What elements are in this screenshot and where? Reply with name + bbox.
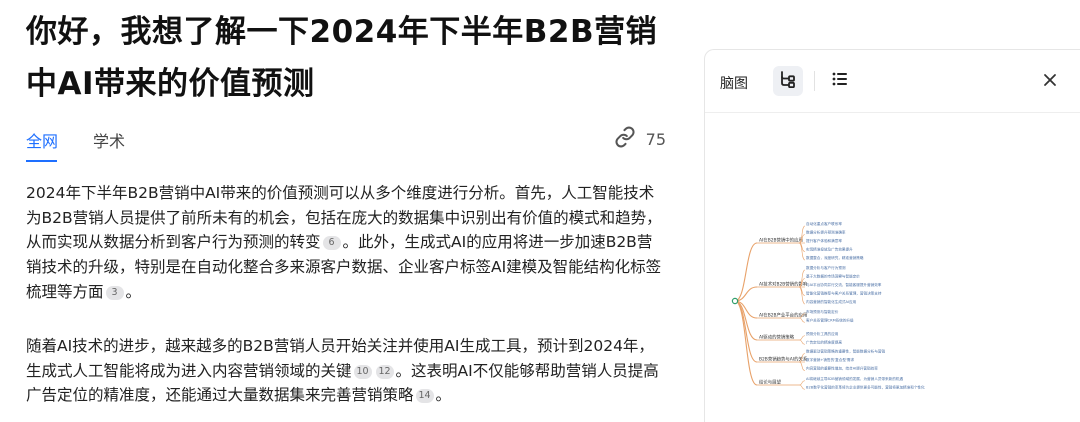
mindmap-leaf-label[interactable]: 内容营销的智能化生成式AI应用 [806,299,857,304]
sources-link[interactable]: 75 [614,126,666,152]
mindmap-leaf-connector [798,361,806,371]
outline-view-button[interactable] [825,66,855,96]
citation-badge[interactable]: 14 [415,389,434,404]
paragraph-2-text-c: 。 [435,386,452,405]
tab-web[interactable]: 全网 [26,128,58,152]
answer-paragraph-2: 随着AI技术的进步，越来越多的B2B营销人员开始关注并使用AI生成工具，预计到2… [26,334,666,408]
mindmap-leaf-label[interactable]: 预测分析工具的应用 [806,331,839,336]
mindmap-leaf-label[interactable]: 数据整合，深度研究，精准营销策略 [806,255,864,260]
mindmap-leaf-connector [798,384,806,390]
mindmap-leaf-label[interactable]: 数据驱动营销策略的重要性，智能数据分析与营销 [806,349,885,354]
mindmap-branch-label[interactable]: AI在B2B产业平台的应用 [759,312,807,319]
mindmap-panel: 脑图 AI在B2B营销中的应用 自动化重点客户联系率 数据分析提升预测准确率 提… [704,49,1080,422]
mindmap-leaf-label[interactable]: 数据分析提升预测准确率 [806,230,846,235]
close-panel-button[interactable] [1035,66,1065,96]
mindmap-label: 脑图 [720,76,748,92]
mindmap-canvas[interactable]: AI在B2B营销中的应用 自动化重点客户联系率数据分析提升预测准确率提升客户体验和… [705,113,1080,421]
active-tab-indicator [26,160,57,162]
mindmap-leaf-label[interactable]: 提升客户体验和满意率 [806,238,842,243]
page-title: 你好，我想了解一下2024年下半年B2B营销 中AI带来的价值预测 [26,6,666,110]
title-line-2: 中AI带来的价值预测 [26,66,315,102]
mindmap-leaf-label[interactable]: B2B数字化营销的变革将为企业提供更多可能性，营销将更加精准和个性化 [806,384,925,389]
mindmap-leaf-label[interactable]: 数字营销+销售的'复合型'需求 [806,357,855,362]
citation-badge[interactable]: 6 [322,236,341,251]
mindmap-leaf-label[interactable]: 自动化重点客户联系率 [806,221,842,226]
sources-count: 75 [645,129,666,149]
source-tabs: 全网 学术 75 [26,126,666,166]
answer-column: 你好，我想了解一下2024年下半年B2B营销 中AI带来的价值预测 全网 学术 … [0,0,690,421]
mindmap-tree-icon [779,70,797,92]
mindmap-leaf-connector [798,339,806,345]
mindmap-leaf-label[interactable]: 内容营销的重要性增加，结合AI提升营销效率 [806,366,878,371]
mindmap-leaf-label[interactable]: 广告定位的精准度提高 [806,339,842,344]
mindmap-leaf-label[interactable]: 智能化营销推荐与客户关系管理，营销决策支持 [806,291,882,296]
mindmap-leaf-label[interactable]: 实现精准投放及广告效果提升 [806,247,853,252]
close-icon [1043,72,1057,91]
mindmap-leaf-connector [798,380,806,386]
mindmap-leaf-label[interactable]: AI将继续主导B2B营销领域的发展，为营销人员带来新的机遇 [806,376,903,381]
tab-academic[interactable]: 学术 [93,128,125,152]
mindmap-leaf-label[interactable]: 客户关系管理CRM系统的升级 [806,317,854,322]
title-line-1: 你好，我想了解一下2024年下半年B2B营销 [26,14,658,50]
citation-badge[interactable]: 10 [353,364,372,379]
mindmap-panel-header: 脑图 [705,50,1080,113]
mindmap-branch-label[interactable]: AI驱动的营销策略 [759,334,795,341]
mindmap-branch-connector [734,242,758,302]
mindmap-leaf-label[interactable]: 基于大数据的市场洞察与智能定价 [806,274,860,279]
mindmap-leaf-connector [798,335,806,341]
mindmap-leaf-connector [798,317,806,323]
mindmap-branch-label[interactable]: 结论与展望 [759,379,782,386]
mindmap-branch-label[interactable]: AI在B2B营销中的应用 [759,237,803,244]
mindmap-leaf-label[interactable]: 市场预测与智能定价 [806,309,839,314]
paragraph-1-text-c: 。 [125,282,142,301]
link-icon [614,126,636,152]
header-separator [814,71,815,91]
mindmap-view-button[interactable] [773,66,803,96]
list-icon [831,70,849,92]
mindmap-leaf-label[interactable]: 数据分析与客户行为预测 [806,265,846,270]
mindmap-leaf-label[interactable]: 与AI平台协同并行交流，智能客服提升营销效率 [806,282,882,287]
mindmap-branch-connector [734,300,758,386]
mindmap-root-node[interactable] [731,297,739,305]
citation-badge[interactable]: 3 [105,285,124,300]
citation-badge[interactable]: 12 [375,364,394,379]
answer-paragraph-1: 2024年下半年B2B营销中AI带来的价值预测可以从多个维度进行分析。首先，人工… [26,181,666,305]
